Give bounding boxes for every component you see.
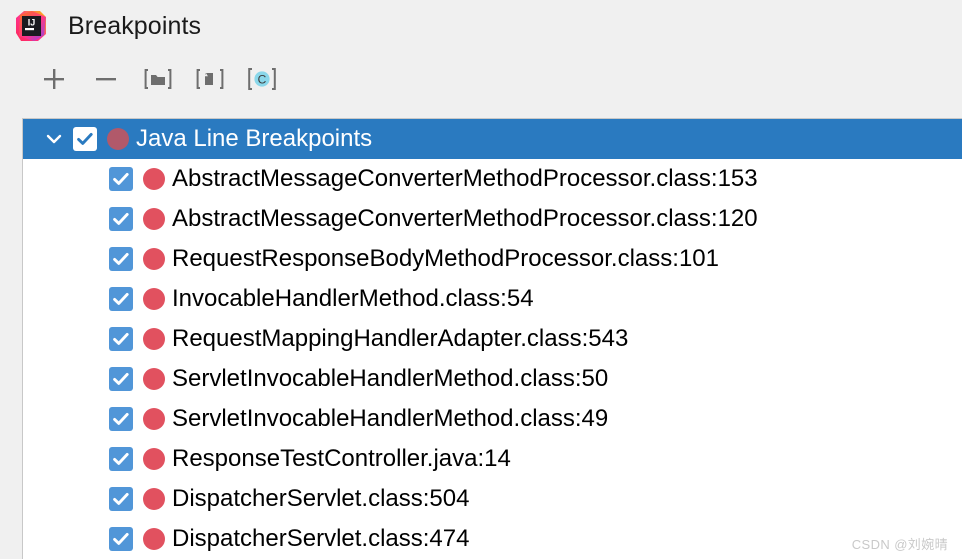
remove-breakpoint-button[interactable] xyxy=(85,62,127,96)
breakpoint-checkbox[interactable] xyxy=(109,447,133,471)
add-breakpoint-button[interactable] xyxy=(33,62,75,96)
breakpoint-label: RequestResponseBodyMethodProcessor.class… xyxy=(172,245,719,272)
breakpoint-dot-icon xyxy=(143,368,165,390)
breakpoint-row[interactable]: DispatcherServlet.class:474 xyxy=(23,519,962,559)
breakpoint-dot-icon xyxy=(143,208,165,230)
breakpoint-row[interactable]: DispatcherServlet.class:504 xyxy=(23,479,962,519)
minus-icon xyxy=(93,66,119,92)
breakpoint-checkbox[interactable] xyxy=(109,247,133,271)
intellij-idea-logo-icon: IJ xyxy=(14,9,48,43)
tree-group-label: Java Line Breakpoints xyxy=(136,125,373,152)
breakpoint-dot-icon xyxy=(143,528,165,550)
group-checkbox[interactable] xyxy=(73,127,97,151)
breakpoint-row[interactable]: InvocableHandlerMethod.class:54 xyxy=(23,279,962,319)
breakpoint-label: ServletInvocableHandlerMethod.class:50 xyxy=(172,365,609,392)
title-bar: IJ Breakpoints xyxy=(0,0,962,52)
group-breakpoints-button[interactable] xyxy=(137,62,179,96)
breakpoint-row[interactable]: RequestResponseBodyMethodProcessor.class… xyxy=(23,239,962,279)
breakpoint-dot-icon xyxy=(143,408,165,430)
save-breakpoint-button[interactable] xyxy=(189,62,231,96)
breakpoint-row[interactable]: ResponseTestController.java:14 xyxy=(23,439,962,479)
chevron-down-icon[interactable] xyxy=(41,126,67,152)
breakpoint-dot-icon xyxy=(107,128,129,150)
breakpoint-dot-icon xyxy=(143,328,165,350)
breakpoint-dot-icon xyxy=(143,488,165,510)
breakpoint-row[interactable]: ServletInvocableHandlerMethod.class:49 xyxy=(23,399,962,439)
breakpoint-dot-icon xyxy=(143,448,165,470)
svg-text:IJ: IJ xyxy=(28,18,36,28)
breakpoint-row[interactable]: ServletInvocableHandlerMethod.class:50 xyxy=(23,359,962,399)
breakpoints-toolbar: C xyxy=(0,52,962,105)
breakpoint-checkbox[interactable] xyxy=(109,287,133,311)
breakpoint-label: ServletInvocableHandlerMethod.class:49 xyxy=(172,405,609,432)
breakpoint-checkbox[interactable] xyxy=(109,207,133,231)
breakpoint-row[interactable]: AbstractMessageConverterMethodProcessor.… xyxy=(23,159,962,199)
breakpoint-label: DispatcherServlet.class:504 xyxy=(172,485,470,512)
breakpoint-dot-icon xyxy=(143,168,165,190)
breakpoint-checkbox[interactable] xyxy=(109,327,133,351)
svg-text:C: C xyxy=(258,72,267,86)
page-title: Breakpoints xyxy=(68,11,202,40)
breakpoint-label: ResponseTestController.java:14 xyxy=(172,445,511,472)
breakpoint-checkbox[interactable] xyxy=(109,487,133,511)
breakpoint-label: AbstractMessageConverterMethodProcessor.… xyxy=(172,165,758,192)
breakpoint-checkbox[interactable] xyxy=(109,407,133,431)
breakpoint-checkbox[interactable] xyxy=(109,527,133,551)
breakpoint-label: InvocableHandlerMethod.class:54 xyxy=(172,285,534,312)
breakpoint-label: AbstractMessageConverterMethodProcessor.… xyxy=(172,205,758,232)
breakpoint-dot-icon xyxy=(143,288,165,310)
file-bracket-icon xyxy=(196,66,224,92)
breakpoint-checkbox[interactable] xyxy=(109,367,133,391)
breakpoint-label: RequestMappingHandlerAdapter.class:543 xyxy=(172,325,629,352)
tree-group-row-java-line-breakpoints[interactable]: Java Line Breakpoints xyxy=(23,119,962,159)
watermark: CSDN @刘婉晴 xyxy=(851,537,948,552)
breakpoint-row[interactable]: RequestMappingHandlerAdapter.class:543 xyxy=(23,319,962,359)
breakpoint-row[interactable]: AbstractMessageConverterMethodProcessor.… xyxy=(23,199,962,239)
condition-button[interactable]: C xyxy=(241,62,283,96)
breakpoint-label: DispatcherServlet.class:474 xyxy=(172,525,470,552)
breakpoints-tree[interactable]: Java Line Breakpoints AbstractMessageCon… xyxy=(22,118,962,559)
breakpoint-checkbox[interactable] xyxy=(109,167,133,191)
folder-bracket-icon xyxy=(144,66,172,92)
plus-icon xyxy=(41,66,67,92)
condition-c-icon: C xyxy=(247,65,277,93)
breakpoint-dot-icon xyxy=(143,248,165,270)
